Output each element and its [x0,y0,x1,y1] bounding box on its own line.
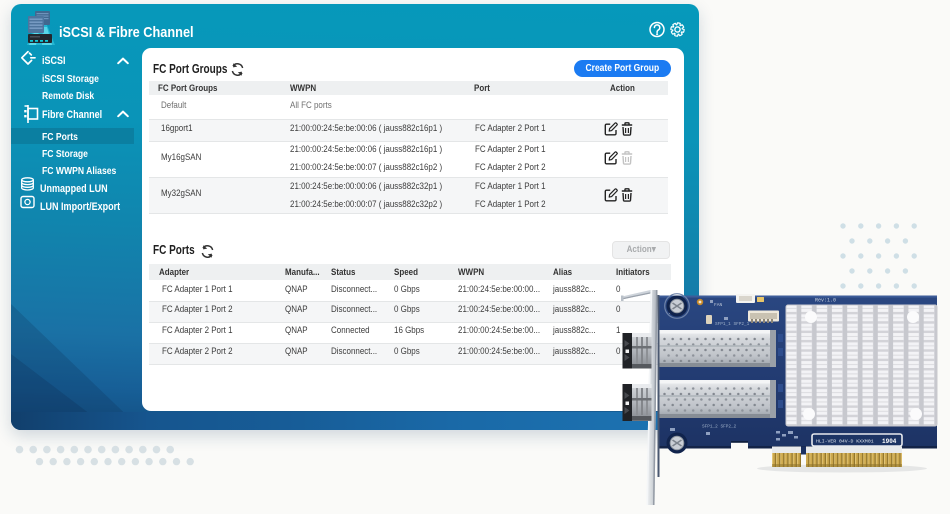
svg-text:SFP1_2 SFP2_2: SFP1_2 SFP2_2 [702,425,737,430]
svg-text:SFP1_1 SFP2_1: SFP1_1 SFP2_1 [715,322,750,327]
svg-text:FAN: FAN [714,302,723,308]
svg-text:HLI-VER 04V-D KXXM01: HLI-VER 04V-D KXXM01 [816,438,874,444]
svg-text:Rev:1.0: Rev:1.0 [815,298,836,304]
svg-text:1904: 1904 [882,438,897,445]
